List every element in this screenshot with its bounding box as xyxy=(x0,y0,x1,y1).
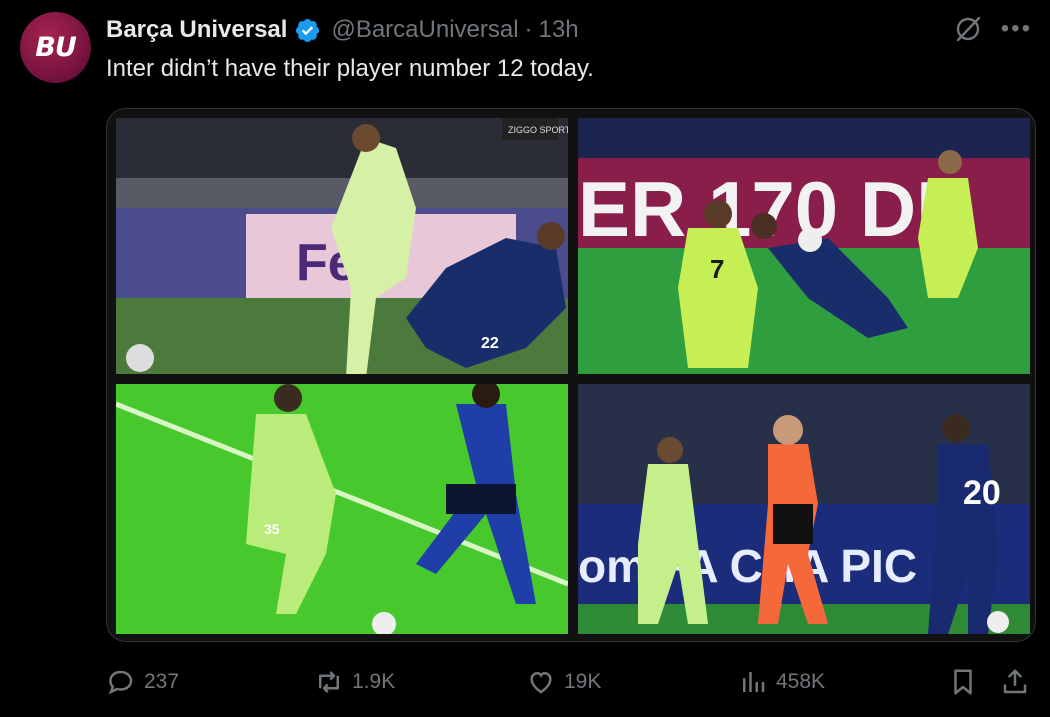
like-icon xyxy=(530,671,552,694)
repost-icon xyxy=(319,671,339,693)
views-count: 458K xyxy=(776,670,826,693)
media-photo-top-right[interactable]: ER 170 DI 7 xyxy=(578,118,1030,374)
like-button[interactable]: 19K xyxy=(526,667,601,697)
author-handle[interactable]: @BarcaUniversal xyxy=(331,16,518,44)
media-grid[interactable]: Fed ZIGGO SPORT 22 ER 170 DI 7 35 om FA … xyxy=(106,108,1036,642)
reply-count: 237 xyxy=(144,670,180,693)
reply-icon xyxy=(108,670,133,695)
avatar[interactable]: BU xyxy=(20,12,91,83)
tweet-header: Barça Universal @BarcaUniversal · 13h xyxy=(106,14,579,46)
more-icon[interactable]: ••• xyxy=(1001,17,1032,41)
jersey-number: 7 xyxy=(710,254,724,284)
views-button[interactable]: 458K xyxy=(738,667,825,697)
repost-button[interactable]: 1.9K xyxy=(314,667,395,697)
grok-icon[interactable] xyxy=(953,14,983,44)
media-photo-bottom-left[interactable]: 35 xyxy=(116,384,568,634)
author-name[interactable]: Barça Universal xyxy=(106,16,287,44)
channel-logo: ZIGGO SPORT xyxy=(508,125,568,135)
jersey-number: 35 xyxy=(264,521,280,537)
top-right-controls: ••• xyxy=(953,14,1032,44)
jersey-number: 22 xyxy=(481,335,499,352)
repost-count: 1.9K xyxy=(352,670,396,693)
media-photo-bottom-right[interactable]: om FA CHA PIC 20 xyxy=(578,384,1030,634)
board-text: ER 170 DI xyxy=(578,165,938,253)
like-count: 19K xyxy=(564,670,602,693)
share-icon xyxy=(1003,669,1027,694)
media-photo-top-left[interactable]: Fed ZIGGO SPORT 22 xyxy=(116,118,568,374)
tweet-text: Inter didn’t have their player number 12… xyxy=(106,55,594,82)
separator-dot: · xyxy=(524,16,533,43)
bookmark-icon xyxy=(954,669,972,695)
jersey-number: 20 xyxy=(963,474,1001,512)
share-button[interactable] xyxy=(1000,667,1030,697)
verified-badge-icon xyxy=(296,18,320,42)
reply-button[interactable]: 237 xyxy=(106,667,179,697)
board-text: om FA CHA PIC xyxy=(578,540,917,592)
views-icon xyxy=(743,672,765,692)
avatar-text: BU xyxy=(35,32,77,63)
action-bar: 237 1.9K 19K 458K xyxy=(106,664,1034,700)
bookmark-button[interactable] xyxy=(948,667,978,697)
timestamp[interactable]: 13h xyxy=(539,16,579,44)
